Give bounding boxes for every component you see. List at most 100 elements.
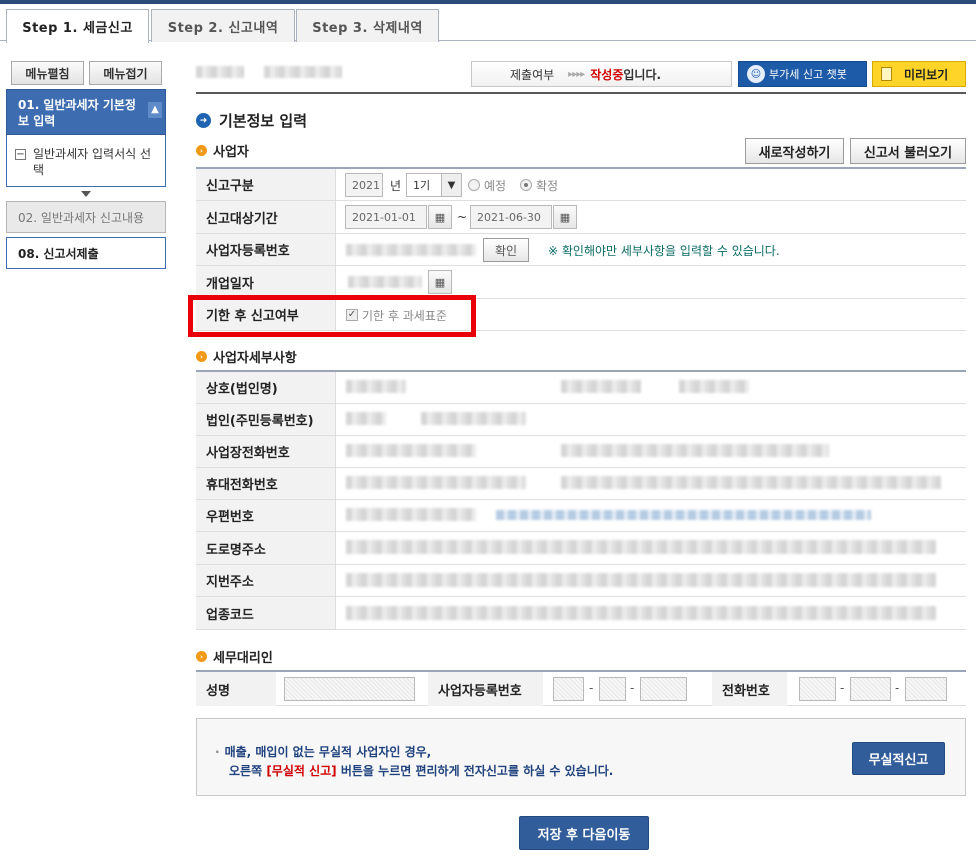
table-row: 법인(주민등록번호)	[196, 404, 966, 436]
section-agent-title: 세무대리인	[213, 651, 273, 666]
blurred-company-name	[196, 66, 244, 78]
calendar-icon[interactable]: ▦	[428, 270, 452, 294]
arrow-right-icon: ➜	[196, 113, 211, 128]
blurred-user-name	[264, 66, 342, 78]
tab-step3[interactable]: Step 3. 삭제내역	[296, 9, 439, 42]
year-unit: 년	[390, 178, 402, 193]
dash-separator: -	[895, 681, 900, 695]
period-select-value: 1기	[413, 179, 431, 192]
sidebar-item-basic-info[interactable]: 01. 일반과세자 기본정보 입력 ▲	[6, 89, 166, 135]
status-value: 작성중	[590, 67, 624, 82]
section-details-title: 사업자세부사항	[213, 351, 297, 366]
corp-id-label: 법인(주민등록번호)	[196, 404, 336, 435]
postal-code-label: 우편번호	[196, 500, 336, 531]
table-row: 신고구분 2021 년 1기 ▼ 예정 확정	[196, 169, 966, 201]
blurred-value	[346, 540, 936, 554]
new-write-button[interactable]: 새로작성하기	[745, 138, 844, 164]
dash-separator: -	[840, 681, 845, 695]
agent-name-label: 성명	[196, 672, 276, 706]
radio-final[interactable]: 확정	[520, 173, 558, 197]
tab-step1[interactable]: Step 1. 세금신고	[6, 9, 149, 43]
period-select[interactable]: 1기 ▼	[406, 173, 462, 197]
agent-phone-part2[interactable]	[850, 677, 891, 701]
period-start-input[interactable]: 2021-01-01	[345, 205, 427, 229]
year-input[interactable]: 2021	[345, 173, 383, 197]
chatbot-label: 부가세 신고 챗봇	[769, 68, 847, 81]
period-label: 신고대상기간	[196, 201, 336, 233]
menu-collapse-button[interactable]: 메뉴접기	[89, 61, 162, 85]
section-business: › 사업자	[196, 141, 249, 160]
blurred-value	[561, 444, 829, 457]
agent-name-input[interactable]	[284, 677, 415, 701]
sidebar-item-label: 01. 일반과세자 기본정보 입력	[18, 98, 136, 128]
biz-reg-note: ※ 확인해야만 세부사항을 입력할 수 있습니다.	[548, 243, 780, 258]
radio-preliminary-label: 예정	[484, 178, 507, 193]
arrow-down-icon	[81, 191, 91, 197]
notice-line1: · 매출, 매입이 없는 무실적 사업자인 경우,	[215, 743, 431, 760]
preview-label: 미리보기	[904, 67, 949, 82]
agent-biz-reg-part1[interactable]	[553, 677, 584, 701]
page-title-text: 기본정보 입력	[219, 112, 308, 130]
load-report-button[interactable]: 신고서 불러오기	[850, 138, 966, 164]
minus-icon: −	[15, 149, 26, 160]
details-table: 상호(법인명) 법인(주민등록번호) 사업장전화번호 휴대전화번호 우편번호 도…	[196, 370, 966, 630]
chevron-up-icon[interactable]: ▲	[148, 102, 162, 118]
chatbot-button[interactable]: ☺ 부가세 신고 챗봇	[738, 61, 867, 87]
sidebar-item-submit[interactable]: 08. 신고서제출	[6, 237, 166, 269]
no-activity-report-button[interactable]: 무실적신고	[852, 742, 945, 775]
bullet-icon: ›	[196, 351, 207, 362]
bullet-icon: ›	[196, 651, 207, 662]
agent-phone-part1[interactable]	[799, 677, 836, 701]
table-row: 사업장전화번호	[196, 436, 966, 468]
open-date-label: 개업일자	[196, 266, 336, 298]
confirm-button[interactable]: 확인	[483, 238, 529, 262]
bullet-icon: ›	[196, 145, 207, 156]
notice-line2-red: [무실적 신고]	[266, 764, 337, 778]
notice-line2-pre: 오른쪽	[229, 764, 267, 778]
radio-selected-icon	[520, 179, 532, 191]
period-end-input[interactable]: 2021-06-30	[470, 205, 552, 229]
agent-phone-label: 전화번호	[712, 672, 787, 706]
blurred-value	[346, 476, 526, 489]
notice-line2: 오른쪽 [무실적 신고] 버튼을 누르면 편리하게 전자신고를 하실 수 있습니…	[229, 762, 613, 779]
sidebar-subitem-form-select[interactable]: − 일반과세자 입력서식 선택	[6, 135, 166, 187]
table-row: 도로명주소	[196, 532, 966, 565]
sidebar-item-report-content[interactable]: 02. 일반과세자 신고내용	[6, 201, 166, 233]
sidebar-subitem-label: 일반과세자 입력서식 선택	[33, 147, 152, 177]
blurred-biz-reg-number	[346, 244, 476, 256]
blurred-value	[346, 412, 386, 425]
radio-preliminary[interactable]: 예정	[468, 173, 506, 197]
calendar-icon[interactable]: ▦	[428, 205, 452, 229]
agent-biz-reg-part3[interactable]	[640, 677, 687, 701]
agent-phone-part3[interactable]	[905, 677, 947, 701]
industry-code-label: 업종코드	[196, 597, 336, 629]
radio-final-label: 확정	[536, 178, 559, 193]
calendar-icon[interactable]: ▦	[553, 205, 577, 229]
document-icon	[881, 67, 892, 81]
agent-row: 성명 사업자등록번호 - - 전화번호 - -	[196, 670, 966, 706]
blurred-value	[561, 476, 941, 489]
chatbot-icon: ☺	[747, 65, 765, 83]
tab-step2[interactable]: Step 2. 신고내역	[151, 9, 295, 42]
mobile-phone-label: 휴대전화번호	[196, 468, 336, 499]
page-title: ➜ 기본정보 입력	[196, 110, 307, 131]
blurred-value	[346, 606, 936, 620]
blurred-value	[346, 444, 476, 457]
radio-icon	[468, 179, 480, 191]
blurred-address-search	[496, 510, 871, 520]
notice-line2-post: 버튼을 누르면 편리하게 전자신고를 하실 수 있습니다.	[336, 764, 614, 778]
road-address-label: 도로명주소	[196, 532, 336, 564]
submission-status: 제출여부 ▸▸▸▸ 작성중 입니다.	[471, 61, 732, 87]
blurred-value	[679, 380, 749, 393]
save-next-button[interactable]: 저장 후 다음이동	[519, 816, 649, 850]
section-agent: › 세무대리인	[196, 647, 273, 666]
menu-expand-button[interactable]: 메뉴펼침	[11, 61, 84, 85]
trade-name-label: 상호(법인명)	[196, 372, 336, 403]
blurred-value	[346, 573, 936, 587]
dash-separator: -	[630, 681, 635, 695]
report-type-label: 신고구분	[196, 169, 336, 200]
notice-bullet: ·	[215, 745, 220, 759]
preview-button[interactable]: 미리보기	[872, 61, 966, 87]
agent-biz-reg-part2[interactable]	[599, 677, 626, 701]
chevron-down-icon: ▼	[441, 174, 461, 196]
